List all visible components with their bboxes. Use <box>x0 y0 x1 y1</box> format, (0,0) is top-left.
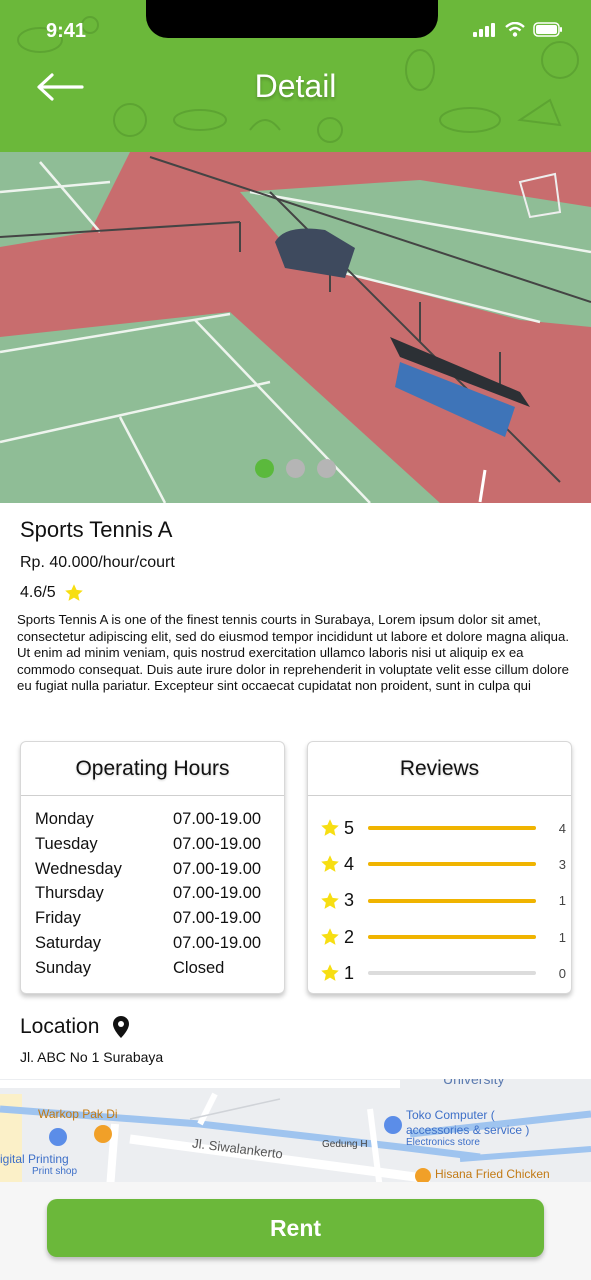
map-label-printing: igital Printing <box>0 1152 69 1166</box>
review-bar-fill <box>368 935 536 940</box>
hours-row: Tuesday 07.00-19.00 <box>35 835 284 860</box>
map-label-electronics: Electronics store <box>406 1137 480 1148</box>
hours-day: Tuesday <box>35 834 98 853</box>
operating-hours-list: Monday 07.00-19.00 Tuesday 07.00-19.00 W… <box>21 796 284 984</box>
operating-hours-card: Operating Hours Monday 07.00-19.00 Tuesd… <box>20 741 285 994</box>
review-row: 5 4 <box>320 810 571 846</box>
map-label-gedung: Gedung H <box>322 1139 368 1150</box>
review-count: 3 <box>558 856 566 872</box>
hours-time: 07.00-19.00 <box>173 810 262 828</box>
status-time: 9:41 <box>46 20 87 42</box>
review-count: 1 <box>558 893 566 909</box>
location-map[interactable]: University Warkop Pak Di Toko Computer (… <box>0 1079 591 1189</box>
location-heading: Location <box>20 1015 130 1039</box>
device-notch <box>146 0 438 38</box>
review-bar-fill <box>368 862 536 867</box>
hours-day: Friday <box>35 909 81 928</box>
hours-time: 07.00-19.00 <box>173 933 262 952</box>
review-bar <box>368 826 536 831</box>
carousel-dots <box>0 459 591 478</box>
map-label-warkop: Warkop Pak Di <box>38 1107 118 1121</box>
map-pin-icon <box>113 1016 130 1038</box>
review-bar <box>368 935 536 940</box>
star-icon <box>321 819 339 836</box>
hours-row: Saturday 07.00-19.00 <box>35 934 284 959</box>
carousel-dot[interactable] <box>317 459 336 478</box>
location-address: Jl. ABC No 1 Surabaya <box>20 1049 164 1065</box>
review-bar <box>368 862 536 867</box>
review-star-level: 5 <box>344 817 355 838</box>
review-count: 4 <box>558 820 566 836</box>
map-label-university: University <box>443 1079 505 1087</box>
tennis-court-photo <box>0 152 591 503</box>
operating-hours-title: Operating Hours <box>21 742 284 796</box>
review-star-level: 2 <box>344 926 355 947</box>
star-icon <box>321 891 339 909</box>
map-label-toko: Toko Computer ( <box>406 1108 495 1122</box>
carousel-dot[interactable] <box>286 459 305 478</box>
star-icon <box>321 855 339 873</box>
battery-icon <box>533 22 562 37</box>
venue-description: Sports Tennis A is one of the finest ten… <box>17 612 570 694</box>
review-star-level: 3 <box>344 890 355 911</box>
review-count: 1 <box>558 929 566 945</box>
review-row: 3 1 <box>320 883 571 919</box>
review-star-level: 4 <box>344 853 355 874</box>
hours-time: 07.00-19.00 <box>173 909 262 928</box>
review-bar <box>368 971 536 976</box>
venue-name: Sports Tennis A <box>20 517 173 542</box>
map-label-print-shop: Print shop <box>32 1166 78 1177</box>
review-bar-fill <box>368 826 536 831</box>
hours-time: Closed <box>173 958 225 977</box>
hours-day: Monday <box>35 810 94 828</box>
wifi-icon <box>505 22 525 37</box>
review-bar <box>368 898 536 903</box>
page-title: Detail <box>254 68 337 104</box>
review-star-level: 1 <box>344 962 355 983</box>
review-row: 1 0 <box>320 955 571 991</box>
rent-button[interactable]: Rent <box>47 1199 544 1257</box>
signal-icon <box>473 22 495 37</box>
carousel-dot-active[interactable] <box>255 459 274 478</box>
hours-row: Thursday 07.00-19.00 <box>35 884 284 909</box>
hours-day: Thursday <box>35 884 104 903</box>
hours-day: Sunday <box>35 958 91 977</box>
rating-value: 4.6/5 <box>20 584 56 601</box>
map-label-toko-2: accessories & service ) <box>406 1123 530 1137</box>
reviews-breakdown: 5 4 4 3 3 1 2 1 1 0 <box>308 796 571 991</box>
hours-day: Wednesday <box>35 859 122 878</box>
map-label-hisana: Hisana Fried Chicken <box>435 1167 550 1181</box>
hours-row: Wednesday 07.00-19.00 <box>35 860 284 885</box>
app-header: 9:41 Detail <box>0 0 591 152</box>
hours-time: 07.00-19.00 <box>173 834 262 853</box>
review-count: 0 <box>558 965 566 981</box>
hours-row: Monday 07.00-19.00 <box>35 810 284 835</box>
review-row: 4 3 <box>320 846 571 882</box>
hours-row: Sunday Closed <box>35 959 284 984</box>
court-photo-carousel[interactable] <box>0 152 591 503</box>
hours-time: 07.00-19.00 <box>173 884 262 903</box>
review-row: 2 1 <box>320 919 571 955</box>
star-icon <box>64 584 83 601</box>
reviews-title: Reviews <box>308 742 571 796</box>
venue-price: Rp. 40.000/hour/court <box>20 554 175 571</box>
review-bar-fill <box>368 898 536 903</box>
status-icons <box>473 22 563 37</box>
star-icon <box>321 964 339 982</box>
reviews-card[interactable]: Reviews 5 4 4 3 3 1 2 1 1 0 <box>307 741 572 994</box>
venue-rating: 4.6/5 <box>20 583 84 603</box>
hours-time: 07.00-19.00 <box>173 859 262 878</box>
star-icon <box>321 928 339 945</box>
location-title: Location <box>20 1015 100 1038</box>
hours-day: Saturday <box>35 933 102 952</box>
hours-row: Friday 07.00-19.00 <box>35 909 284 934</box>
